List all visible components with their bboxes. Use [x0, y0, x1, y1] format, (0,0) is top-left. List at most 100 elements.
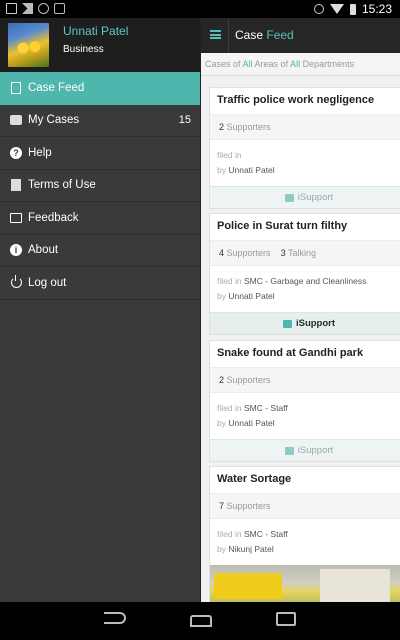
filed-in-label: filed in — [217, 276, 242, 286]
my-cases-count: 15 — [178, 114, 191, 127]
isupport-label: iSupport — [297, 192, 334, 203]
by-label: by — [217, 291, 226, 301]
status-bar: 15:23 — [0, 0, 400, 18]
author-name: Unnati Patel — [228, 291, 275, 301]
case-feed-panel: Case Feed Cases of All Areas of All Depa… — [200, 18, 400, 602]
drawer-item-about[interactable]: i About — [0, 235, 200, 267]
isupport-button[interactable]: iSupport — [210, 312, 400, 334]
system-icons: 15:23 — [313, 2, 392, 16]
author-name: Unnati Patel — [228, 418, 275, 428]
case-title: Police in Surat turn filthy — [217, 220, 348, 232]
gmail-icon — [22, 3, 33, 14]
chrome-icon — [38, 3, 49, 14]
filed-in-value: SMC - Staff — [243, 403, 288, 413]
author-name: Nikunj Patel — [228, 544, 274, 554]
drawer-header[interactable]: Unnati Patel Business — [0, 18, 200, 72]
case-card[interactable]: Traffic police work negligence 2 Support… — [209, 87, 400, 209]
by-label: by — [217, 418, 226, 428]
drawer-item-terms[interactable]: Terms of Use — [0, 170, 200, 202]
case-title: Traffic police work negligence — [217, 94, 375, 106]
case-meta: filed in SMC - Staff by Unnati Patel — [210, 393, 400, 439]
talking-count: 3 — [280, 248, 286, 258]
drawer-item-label: Terms of Use — [28, 179, 96, 192]
battery-icon — [349, 3, 356, 15]
drawer-item-label: About — [28, 244, 59, 257]
case-meta: filed in SMC - Garbage and Cleanliness b… — [210, 266, 400, 312]
case-card[interactable]: Snake found at Gandhi park 2 Supporters … — [209, 340, 400, 462]
help-icon: ? — [10, 146, 22, 159]
page-title: Case Feed — [235, 28, 294, 42]
action-bar: Case Feed — [201, 18, 400, 53]
terms-icon — [10, 179, 22, 192]
supporters-count: 2 — [219, 375, 225, 385]
case-title: Water Sortage — [217, 473, 292, 485]
drawer-item-label: Case Feed — [28, 82, 85, 95]
case-stats: 7 Supporters — [210, 493, 400, 519]
supporters-label: Supporters — [226, 248, 271, 258]
isupport-label: iSupport — [297, 445, 334, 456]
isupport-label: iSupport — [295, 318, 336, 329]
thumbs-up-icon — [284, 193, 294, 202]
home-icon[interactable] — [190, 615, 212, 627]
menu-icon[interactable] — [210, 30, 221, 39]
filed-in-label: filed in — [217, 529, 242, 539]
thumbs-up-icon — [284, 446, 294, 455]
supporters-count: 2 — [219, 122, 225, 132]
isupport-button[interactable]: iSupport — [210, 439, 400, 461]
case-photo[interactable] — [210, 565, 400, 602]
supporters-count: 4 — [219, 248, 225, 258]
user-name: Unnati Patel — [63, 24, 129, 38]
drawer-item-label: Log out — [28, 276, 67, 289]
filter-bar[interactable]: Cases of All Areas of All Departments — [201, 53, 400, 76]
case-meta: filed in SMC - Staff by Nikunj Patel — [210, 519, 400, 565]
clock: 15:23 — [361, 2, 392, 16]
my-cases-icon — [10, 114, 22, 126]
author-name: Unnati Patel — [228, 165, 275, 175]
case-card[interactable]: Police in Surat turn filthy 4 Supporters… — [209, 213, 400, 335]
drawer-item-label: Feedback — [28, 211, 79, 224]
app-screen: 15:23 Unnati Patel Business Case Feed My… — [0, 0, 400, 640]
case-card[interactable]: Water Sortage 7 Supporters filed in SMC … — [209, 466, 400, 602]
drawer-item-label: My Cases — [28, 114, 80, 127]
drawer-item-help[interactable]: ? Help — [0, 137, 200, 170]
message-icon — [54, 3, 65, 14]
alarm-icon — [313, 4, 324, 14]
back-icon[interactable] — [104, 612, 126, 624]
feedback-icon — [10, 212, 22, 224]
drawer-item-label: Help — [28, 146, 52, 159]
user-role: Business — [63, 44, 104, 55]
notification-icons — [6, 3, 65, 14]
isupport-button[interactable]: iSupport — [210, 186, 400, 208]
logout-icon — [10, 275, 22, 289]
supporters-count: 7 — [219, 501, 225, 511]
avatar[interactable] — [8, 23, 49, 67]
action-bar-divider — [228, 18, 229, 53]
talking-label: Talking — [287, 248, 316, 258]
thumbs-up-icon — [282, 319, 292, 328]
filed-in-value: SMC - Staff — [243, 529, 288, 539]
supporters-label: Supporters — [226, 375, 271, 385]
case-feed-icon — [10, 82, 22, 95]
department-filter-link[interactable]: All — [290, 59, 300, 69]
case-meta: filed in by Unnati Patel — [210, 140, 400, 186]
navigation-drawer: Unnati Patel Business Case Feed My Cases… — [0, 18, 200, 602]
filed-in-value: SMC - Garbage and Cleanliness — [243, 276, 367, 286]
recents-icon[interactable] — [276, 612, 296, 626]
filed-in-label: filed in — [217, 150, 242, 160]
drawer-item-feedback[interactable]: Feedback — [0, 202, 200, 235]
drawer-item-case-feed[interactable]: Case Feed — [0, 72, 200, 105]
case-stats: 2 Supporters — [210, 367, 400, 393]
about-icon: i — [10, 244, 22, 257]
drawer-item-my-cases[interactable]: My Cases 15 — [0, 105, 200, 137]
screenshot-icon — [6, 3, 17, 14]
filed-in-label: filed in — [217, 403, 242, 413]
by-label: by — [217, 544, 226, 554]
supporters-label: Supporters — [226, 501, 271, 511]
by-label: by — [217, 165, 226, 175]
wifi-icon — [329, 4, 344, 14]
drawer-item-logout[interactable]: Log out — [0, 267, 200, 300]
supporters-label: Supporters — [226, 122, 271, 132]
case-stats: 2 Supporters — [210, 114, 400, 140]
case-title: Snake found at Gandhi park — [217, 347, 364, 359]
area-filter-link[interactable]: All — [243, 59, 253, 69]
